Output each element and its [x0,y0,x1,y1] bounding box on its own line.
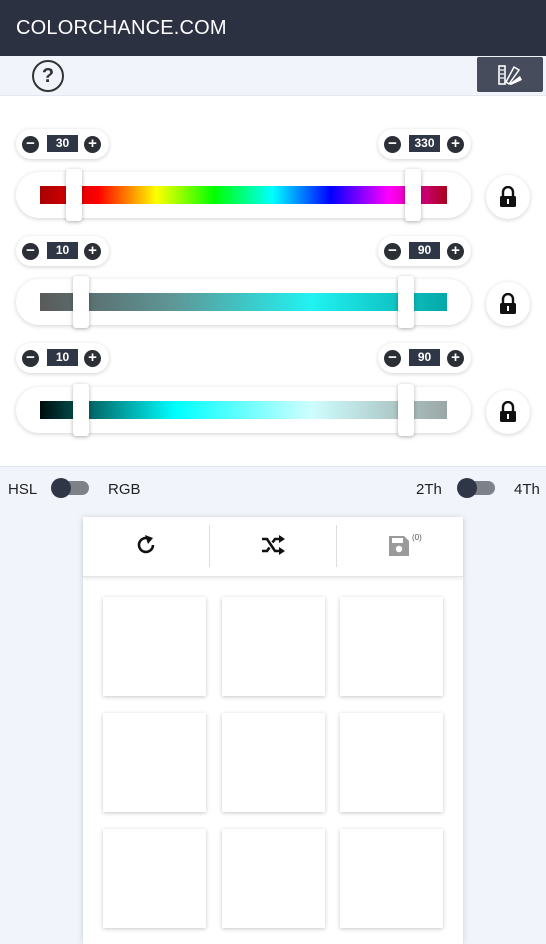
four-tone-label: 4Th [514,481,540,498]
lightness-min-value[interactable]: 10 [47,349,78,366]
hue-max-stepper: − 330 + [378,129,471,159]
saturation-max-handle[interactable] [398,276,414,328]
saturation-min-stepper: − 10 + [16,236,109,266]
refresh-icon [137,535,155,554]
lock-icon [500,401,516,422]
color-swatch[interactable] [222,829,325,928]
saturation-max-value[interactable]: 90 [409,242,440,259]
hue-min-value[interactable]: 30 [47,135,78,152]
shuffle-button[interactable] [210,517,336,577]
help-icon[interactable]: ? [32,60,64,92]
top-toolbar [0,56,546,96]
palette-button[interactable] [477,57,543,92]
saturation-max-stepper: − 90 + [378,236,471,266]
saturation-lock-button[interactable] [486,282,530,326]
save-icon [389,536,409,556]
hue-min-stepper: − 30 + [16,129,109,159]
hsl-rgb-toggle[interactable] [51,478,89,498]
two-tone-label: 2Th [416,481,442,498]
lock-icon [500,186,516,207]
hsl-label: HSL [8,481,38,498]
minus-icon[interactable]: − [22,136,39,153]
mode-toggle-row: HSL RGB 2Th 4Th [0,472,546,504]
tone-toggle[interactable] [457,478,495,498]
plus-icon[interactable]: + [447,243,464,260]
lightness-lock-button[interactable] [486,390,530,434]
minus-icon[interactable]: − [384,136,401,153]
rgb-label: RGB [108,481,141,498]
color-swatch[interactable] [103,713,206,812]
lock-icon [500,293,516,314]
minus-icon[interactable]: − [384,243,401,260]
color-swatch[interactable] [222,597,325,696]
plus-icon[interactable]: + [84,136,101,153]
hue-gradient-bar[interactable] [40,186,447,204]
plus-icon[interactable]: + [84,350,101,367]
color-swatch[interactable] [340,829,443,928]
lightness-gradient-bar[interactable] [40,401,447,419]
color-swatch[interactable] [103,829,206,928]
minus-icon[interactable]: − [384,350,401,367]
hue-min-handle[interactable] [66,169,82,221]
color-swatch[interactable] [222,713,325,812]
palette-icon [498,65,522,86]
hue-lock-button[interactable] [486,175,530,219]
lightness-slider[interactable] [16,384,471,436]
saturation-slider[interactable] [16,276,471,328]
hue-slider[interactable] [16,169,471,221]
refresh-button[interactable] [83,517,209,577]
lightness-max-stepper: − 90 + [378,343,471,373]
palette-card: (0) [83,517,463,944]
toggle-knob[interactable] [457,478,477,498]
minus-icon[interactable]: − [22,350,39,367]
lightness-min-handle[interactable] [73,384,89,436]
saturation-min-handle[interactable] [73,276,89,328]
plus-icon[interactable]: + [447,350,464,367]
plus-icon[interactable]: + [447,136,464,153]
toggle-knob[interactable] [51,478,71,498]
app-header: COLORCHANCE.COM [0,0,546,56]
palette-actions: (0) [83,517,463,577]
lightness-min-stepper: − 10 + [16,343,109,373]
save-count: (0) [412,533,422,542]
hue-max-value[interactable]: 330 [409,135,440,152]
minus-icon[interactable]: − [22,243,39,260]
brand-title[interactable]: COLORCHANCE.COM [16,17,227,40]
color-swatch[interactable] [340,713,443,812]
sliders-panel: − 30 + − 330 + − 10 + − 90 + − 10 + − 90… [0,96,546,467]
lightness-max-handle[interactable] [398,384,414,436]
color-swatch[interactable] [340,597,443,696]
lightness-max-value[interactable]: 90 [409,349,440,366]
saturation-gradient-bar[interactable] [40,293,447,311]
saturation-min-value[interactable]: 10 [47,242,78,259]
save-button[interactable] [337,517,463,577]
shuffle-icon [262,535,285,555]
color-swatch[interactable] [103,597,206,696]
hue-max-handle[interactable] [405,169,421,221]
plus-icon[interactable]: + [84,243,101,260]
